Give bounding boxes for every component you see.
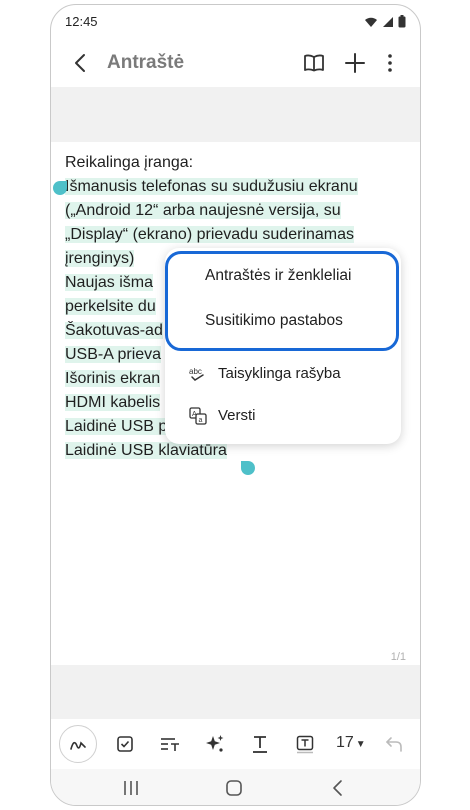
navigation-bar [51,769,420,805]
battery-icon [398,15,406,28]
note-line: Reikalinga įranga: [65,154,194,171]
svg-text:A: A [192,411,197,418]
menu-item-headings[interactable]: Antraštės ir ženkleliai [205,267,351,285]
translate-icon: A a [189,407,207,425]
text-format-button[interactable] [247,731,273,757]
signal-icon [383,16,393,27]
book-icon[interactable] [302,51,326,75]
text-box-icon [296,735,314,754]
note-line: Išmanusis telefonas su sudužusiu ekranu [65,178,358,195]
note-line: „Display“ (ekrano) prievadu suderinamas [65,226,355,243]
app-bar: Antraštė [51,39,420,87]
selection-start-handle[interactable] [53,181,67,195]
svg-text:abc: abc [189,367,202,376]
selection-end-handle[interactable] [241,461,255,475]
text-style-button[interactable] [157,731,183,757]
status-bar: 12:45 [51,5,420,39]
page-title: Antraštė [107,52,185,73]
title-band [51,87,420,142]
home-icon[interactable] [223,777,245,799]
text-box-button[interactable] [292,731,318,757]
add-icon[interactable] [343,51,367,75]
undo-button[interactable] [381,731,407,757]
text-style-icon [161,738,179,751]
wifi-icon [365,17,377,27]
font-size-selector[interactable]: 17 ▼ [336,734,366,752]
undo-icon [386,737,402,752]
editor-toolbar: 17 ▼ [51,719,420,769]
ai-assist-button[interactable] [202,731,228,757]
bottom-band [51,665,420,719]
menu-item-translate[interactable]: Versti [218,407,256,424]
handwriting-button[interactable] [59,725,97,763]
checkbox-icon [117,736,133,752]
checkbox-button[interactable] [112,731,138,757]
sparkle-icon [206,735,224,752]
recent-apps-icon[interactable] [120,777,142,799]
status-icons [364,15,406,28]
phone-frame: 12:45 Antraštė Reikalinga įranga: Išmanu… [50,4,421,806]
font-size-value: 17 [336,734,354,751]
note-line: („Android 12“ arba naujesnė versija, su [65,202,341,219]
nav-back-icon[interactable] [327,777,349,799]
spellcheck-icon: abc [189,367,204,381]
menu-highlight-box [165,251,399,351]
status-time: 12:45 [65,14,98,29]
back-icon[interactable] [69,51,93,75]
menu-item-meeting-notes[interactable]: Susitikimo pastabos [205,312,343,330]
menu-item-spellcheck[interactable]: Taisyklinga rašyba [218,365,341,382]
text-format-icon [253,736,267,753]
page-indicator: 1/1 [390,651,406,663]
chevron-down-icon: ▼ [355,739,366,750]
svg-text:a: a [199,417,203,424]
pen-icon [70,741,86,750]
more-options-icon[interactable] [378,51,402,75]
